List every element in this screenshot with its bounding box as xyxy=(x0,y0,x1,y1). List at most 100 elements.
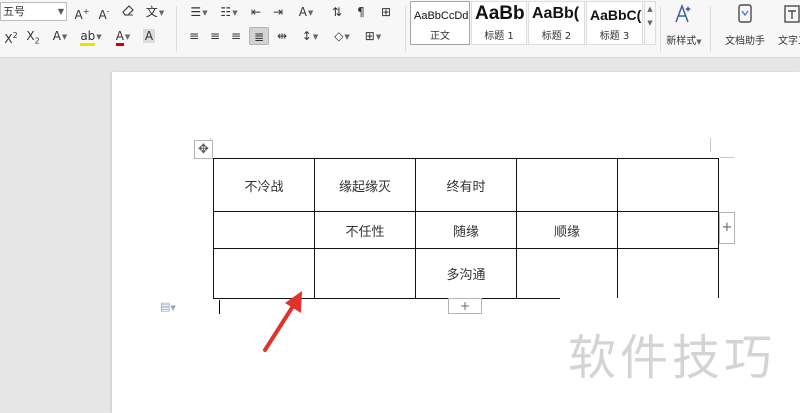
font-color-icon: A xyxy=(115,29,124,46)
subscript-button[interactable]: X2 xyxy=(24,27,42,45)
phonetic-icon: 文▼ xyxy=(145,5,165,19)
decrease-indent-button[interactable]: ⇤ xyxy=(247,3,265,21)
borders-button[interactable]: ⊞ xyxy=(375,3,397,21)
grid-icon: ⊞▼ xyxy=(364,29,382,43)
margin-mark xyxy=(720,157,734,158)
table-cell[interactable]: 多沟通 xyxy=(415,248,517,299)
show-marks-button[interactable]: ¶ xyxy=(352,3,370,21)
table-cell[interactable] xyxy=(617,158,719,212)
line-spacing-button[interactable]: ↕▼ xyxy=(296,27,324,45)
sort-button[interactable]: ⇅ xyxy=(327,3,347,21)
font-group: 五号 ▼ A+ A- 文▼ X2 X2 A▼ ab▼ A▼ A xyxy=(0,0,170,56)
gallery-scroll[interactable]: ▲ ▼ xyxy=(644,1,656,45)
paragraph-mark-icon: ¶ xyxy=(357,5,365,19)
phonetic-guide-button[interactable]: 文▼ xyxy=(143,3,167,21)
style-heading-1[interactable]: AaBb 标题 1 xyxy=(471,1,527,45)
table-cell[interactable] xyxy=(516,158,618,212)
table-cell[interactable]: 终有时 xyxy=(415,158,517,212)
outdent-icon: ⇤ xyxy=(250,5,262,19)
sort-icon: ⇅ xyxy=(331,5,343,19)
table-cell[interactable]: 顺缘 xyxy=(516,211,618,249)
table-cell[interactable] xyxy=(516,248,618,299)
table-cell[interactable]: 不冷战 xyxy=(213,158,315,212)
superscript-button[interactable]: X2 xyxy=(2,27,20,46)
align-right-button[interactable]: ≡ xyxy=(227,27,245,45)
shrink-font-icon: A- xyxy=(98,7,110,22)
superscript-icon: X2 xyxy=(4,31,18,46)
table-cell[interactable] xyxy=(617,248,719,299)
add-row-button[interactable]: + xyxy=(448,298,482,314)
style-gallery: AaBbCcDd 正文 AaBb 标题 1 AaBb( 标题 2 AaBbC( … xyxy=(410,1,656,45)
numbered-list-button[interactable]: ☷▼ xyxy=(215,3,243,21)
char-shading-icon: A xyxy=(142,29,156,43)
style-heading-2[interactable]: AaBb( 标题 2 xyxy=(528,1,585,45)
style-name: 正文 xyxy=(430,31,450,42)
plus-icon: + xyxy=(459,299,471,313)
table-cell[interactable] xyxy=(617,211,719,249)
doc-assistant-icon xyxy=(721,2,769,30)
grow-font-icon: A+ xyxy=(74,7,90,22)
plus-icon: + xyxy=(721,220,733,235)
align-left-icon: ≡ xyxy=(188,29,200,43)
highlight-button[interactable]: ab▼ xyxy=(77,27,105,46)
table-cell[interactable] xyxy=(213,211,315,249)
distribute-icon: ⇹ xyxy=(276,29,288,43)
text-effect-button[interactable]: A▼ xyxy=(48,27,72,45)
increase-indent-button[interactable]: ⇥ xyxy=(269,3,287,21)
doc-assistant-button[interactable]: 文档助手 xyxy=(721,2,769,47)
chevron-up-icon: ▲ xyxy=(647,5,653,13)
style-name: 标题 1 xyxy=(484,31,514,42)
separator xyxy=(405,6,406,52)
style-sample: AaBb xyxy=(475,3,525,24)
new-style-button[interactable]: 新样式▼ xyxy=(662,2,706,47)
style-normal[interactable]: AaBbCcDd 正文 xyxy=(410,1,470,45)
numbered-list-icon: ☷▼ xyxy=(220,5,238,19)
table-move-handle[interactable]: ✥ xyxy=(194,140,213,159)
font-color-button[interactable]: A▼ xyxy=(110,27,136,46)
eraser-icon xyxy=(121,5,135,20)
table-cell[interactable]: 不任性 xyxy=(314,211,416,249)
style-name: 标题 3 xyxy=(599,31,630,42)
align-center-button[interactable]: ≡ xyxy=(206,27,224,45)
text-direction-icon: A▼ xyxy=(298,5,314,19)
ribbon-toolbar: 五号 ▼ A+ A- 文▼ X2 X2 A▼ ab▼ A▼ A ☰▼ ☷▼ ⇤ … xyxy=(0,0,800,58)
table-cell[interactable] xyxy=(314,248,416,299)
separator xyxy=(176,6,177,52)
style-sample: AaBbCcDd xyxy=(414,10,469,22)
indent-icon: ⇥ xyxy=(272,5,284,19)
style-sample: AaBb( xyxy=(532,5,580,22)
shrink-font-button[interactable]: A- xyxy=(95,3,113,22)
shading-button[interactable]: ◇▼ xyxy=(328,27,356,45)
chevron-down-icon: ▼ xyxy=(647,19,653,27)
highlighter-icon: ab xyxy=(80,29,96,46)
grow-font-button[interactable]: A+ xyxy=(73,3,91,22)
text-direction-button[interactable]: A▼ xyxy=(292,3,320,21)
table-cell[interactable]: 缘起缘灭 xyxy=(314,158,416,212)
style-heading-3[interactable]: AaBbC( 标题 3 xyxy=(586,1,643,45)
paint-bucket-icon: ◇▼ xyxy=(334,29,350,43)
paragraph-options-icon[interactable]: ▤▼ xyxy=(160,300,176,313)
clear-format-button[interactable] xyxy=(119,3,137,21)
line-spacing-icon: ↕▼ xyxy=(301,29,319,43)
align-left-button[interactable]: ≡ xyxy=(185,27,203,45)
distribute-button[interactable]: ⇹ xyxy=(272,27,292,45)
text-tool-button[interactable]: 文字工 xyxy=(773,2,800,47)
bullet-list-icon: ☰▼ xyxy=(190,5,208,19)
add-column-button[interactable]: + xyxy=(719,212,735,244)
justify-button[interactable]: ≣ xyxy=(249,27,269,45)
annotation-arrow xyxy=(263,291,302,352)
style-sample: AaBbC( xyxy=(590,7,642,23)
char-shading-button[interactable]: A xyxy=(140,27,158,45)
bullet-list-button[interactable]: ☰▼ xyxy=(185,3,213,21)
text-cursor xyxy=(219,300,220,314)
margin-mark xyxy=(710,138,711,152)
text-effect-icon: A▼ xyxy=(52,29,68,43)
table-borders-button[interactable]: ⊞▼ xyxy=(359,27,387,45)
separator xyxy=(710,6,711,52)
font-size-select[interactable]: 五号 ▼ xyxy=(0,2,67,21)
move-icon: ✥ xyxy=(198,142,209,157)
table-cell[interactable]: 随缘 xyxy=(415,211,517,249)
chevron-down-icon: ▼ xyxy=(57,7,64,16)
document-table[interactable]: 不冷战 缘起缘灭 终有时 不任性 随缘 顺缘 多沟通 xyxy=(213,158,719,299)
watermark-text: 软件技巧 xyxy=(568,330,777,386)
